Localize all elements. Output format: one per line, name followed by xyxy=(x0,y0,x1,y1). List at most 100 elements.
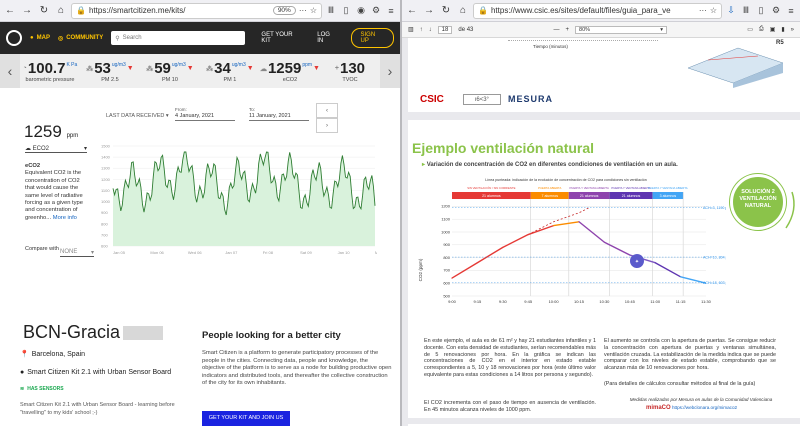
forward-icon[interactable]: → xyxy=(20,4,34,18)
bookmark-star-icon[interactable]: ☆ xyxy=(310,6,317,15)
y-tick-label: 1000 xyxy=(101,199,111,204)
extension-icon[interactable]: ⚙ xyxy=(770,5,782,16)
print-icon[interactable]: ⎙ xyxy=(759,26,764,33)
account-icon[interactable]: ◉ xyxy=(355,5,367,16)
home-icon[interactable]: ⌂ xyxy=(54,4,68,18)
toggle-sidebar-icon[interactable]: ▥ xyxy=(408,26,414,33)
signup-button[interactable]: SIGN UP xyxy=(351,28,394,48)
get-kit-link[interactable]: GET YOUR KIT xyxy=(261,32,303,44)
from-date-input[interactable]: 4 January, 2021 xyxy=(175,113,235,121)
sensor-item[interactable]: ⁂ 59 ug/m3 ▼ PM 10 xyxy=(140,60,200,83)
bookmark-star-icon[interactable]: ☆ xyxy=(710,6,717,15)
back-icon[interactable]: ← xyxy=(3,4,17,18)
pdf-viewport[interactable]: Tiempo (minutos) R5 CSIC ι6<3° MESURA Ej… xyxy=(402,38,800,426)
co2-segment xyxy=(477,246,504,264)
sidebar-icon[interactable]: ▯ xyxy=(755,5,767,16)
get-kit-join-button[interactable]: GET YOUR KIT AND JOIN US xyxy=(202,411,290,426)
sensor-description: eCO2 Equivalent CO2 is the concentration… xyxy=(25,163,84,221)
chevron-down-icon: ▾ xyxy=(660,26,664,33)
smartcitizen-logo[interactable] xyxy=(6,30,22,46)
menu-icon[interactable]: ≡ xyxy=(785,6,797,16)
nav-community[interactable]: ◎ COMMUNITY xyxy=(58,35,103,42)
library-icon[interactable]: Ⅲ xyxy=(740,5,752,16)
zoom-badge[interactable]: 90% xyxy=(272,6,296,15)
menu-icon[interactable]: ≡ xyxy=(385,6,397,16)
more-tools-icon[interactable]: » xyxy=(791,27,794,33)
zoom-in-icon[interactable]: + xyxy=(566,27,570,33)
reload-icon[interactable]: ↻ xyxy=(37,4,51,18)
blurred-text xyxy=(123,326,164,341)
co2-point xyxy=(680,276,682,278)
svg-text:✦: ✦ xyxy=(635,259,639,265)
co2-icon: ☁ xyxy=(259,65,267,73)
next-week-button[interactable]: › xyxy=(316,118,338,133)
kit-description: Smart Citizen Kit 2.1 with Urban Sensor … xyxy=(20,402,175,416)
bookmark-icon[interactable]: ▮ xyxy=(781,26,784,33)
co2-point xyxy=(553,225,555,227)
co2-segment xyxy=(604,241,631,256)
co2-segment xyxy=(527,224,554,236)
left-url-bar[interactable]: 🔒 https://smartcitizen.me/kits/ 90% ··· … xyxy=(71,2,322,19)
extension-icon[interactable]: ⚙ xyxy=(370,5,382,16)
more-info-link[interactable]: More info xyxy=(53,215,77,221)
sensor-select[interactable]: ☁ ECO2 ▾ xyxy=(25,145,87,153)
x-tick-label: 11:30 xyxy=(701,299,711,304)
sensor-item[interactable]: ⁂ 34 ug/m3 ▼ PM 1 xyxy=(200,60,260,83)
more-icon[interactable]: ··· xyxy=(299,6,307,15)
co2-ventilation-chart[interactable]: Línea punteada: indicación de la evoluci… xyxy=(416,174,726,332)
next-sensors-arrow[interactable]: › xyxy=(379,54,400,88)
sensor-item[interactable]: ⁂ 53 ug/m3 ▼ PM 2.5 xyxy=(80,60,140,83)
pdf-toolbar: ▥ ↑ ↓ 18 de 43 — + 80% ▾ ▭ ⎙ ▣ ▮ » xyxy=(402,22,800,38)
home-icon[interactable]: ⌂ xyxy=(456,4,470,18)
y-tick-label: 600 xyxy=(101,244,108,249)
eco2-line-chart[interactable]: 1500 1400 1300 1200 1100 1000 900 800 700 600 Jan… xyxy=(101,140,377,256)
sidebar-icon[interactable]: ▯ xyxy=(340,5,352,16)
co2-point xyxy=(502,246,504,248)
login-link[interactable]: LOG IN xyxy=(317,32,337,44)
phase-bar-label: 7 alumnos xyxy=(541,194,558,198)
x-tick-label: 10:15 xyxy=(574,299,585,304)
download-icon[interactable]: ⇩ xyxy=(725,5,737,16)
prev-week-button[interactable]: ‹ xyxy=(316,103,338,118)
y-tick-label: 900 xyxy=(443,242,450,247)
sensor-item[interactable]: +130 TVOC xyxy=(320,60,380,83)
chart-note: Línea punteada: indicación de la evoluci… xyxy=(485,178,646,182)
pressure-icon: ◔ xyxy=(22,64,27,72)
compare-select[interactable]: NONE ▾ xyxy=(60,249,94,257)
page-number-input[interactable]: 18 xyxy=(437,25,453,34)
from-label: From: xyxy=(175,107,187,112)
zoom-select[interactable]: 80% ▾ xyxy=(575,25,668,34)
nav-map[interactable]: ● MAP xyxy=(30,35,50,41)
pdf-page-17: Tiempo (minutos) R5 CSIC ι6<3° MESURA xyxy=(408,38,800,112)
chevron-down-icon: ▾ xyxy=(165,113,169,119)
y-tick-label: 1400 xyxy=(101,155,111,160)
x-tick-label: Mon 06 xyxy=(150,250,164,255)
steady-state-label: ACH=3, 1190 ppm xyxy=(703,206,726,210)
prev-sensors-arrow[interactable]: ‹ xyxy=(0,54,20,88)
prev-page-icon[interactable]: ↑ xyxy=(420,27,423,33)
building-illustration xyxy=(687,47,784,88)
y-tick-label: 500 xyxy=(443,293,450,298)
phase-bar-label: 21 alumnos xyxy=(622,194,641,198)
right-url-bar[interactable]: 🔒 https://www.csic.es/sites/default/file… xyxy=(473,2,722,19)
zoom-out-icon[interactable]: — xyxy=(554,27,560,33)
library-icon[interactable]: Ⅲ xyxy=(325,5,337,16)
y-tick-label: 1200 xyxy=(101,177,111,182)
reload-icon[interactable]: ↻ xyxy=(439,4,453,18)
search-input[interactable]: ⚲ Search xyxy=(111,31,246,45)
x-tick-label: 9:00 xyxy=(448,299,457,304)
save-icon[interactable]: ▣ xyxy=(770,26,776,33)
forward-icon[interactable]: → xyxy=(422,4,436,18)
more-icon[interactable]: ··· xyxy=(699,6,707,15)
back-icon[interactable]: ← xyxy=(405,4,419,18)
x-tick-label: 11:15 xyxy=(676,299,686,304)
sensor-item[interactable]: ☁ 1259 ppm ▼ eCO2 xyxy=(260,60,320,83)
left-url-text: https://smartcitizen.me/kits/ xyxy=(88,6,186,15)
sensor-item[interactable]: ◔ 100.7 K Pa barometric pressure xyxy=(20,60,80,83)
next-page-icon[interactable]: ↓ xyxy=(429,27,432,33)
x-tick-label: 9:30 xyxy=(499,299,508,304)
presentation-icon[interactable]: ▭ xyxy=(747,26,753,33)
credit-link[interactable]: mimaCO https://webclonara.org/mimaco2 xyxy=(646,405,776,412)
phase-title: PUERTA Y VENTANA ABIERTA xyxy=(569,186,609,190)
to-date-input[interactable]: 11 January, 2021 xyxy=(249,113,309,121)
